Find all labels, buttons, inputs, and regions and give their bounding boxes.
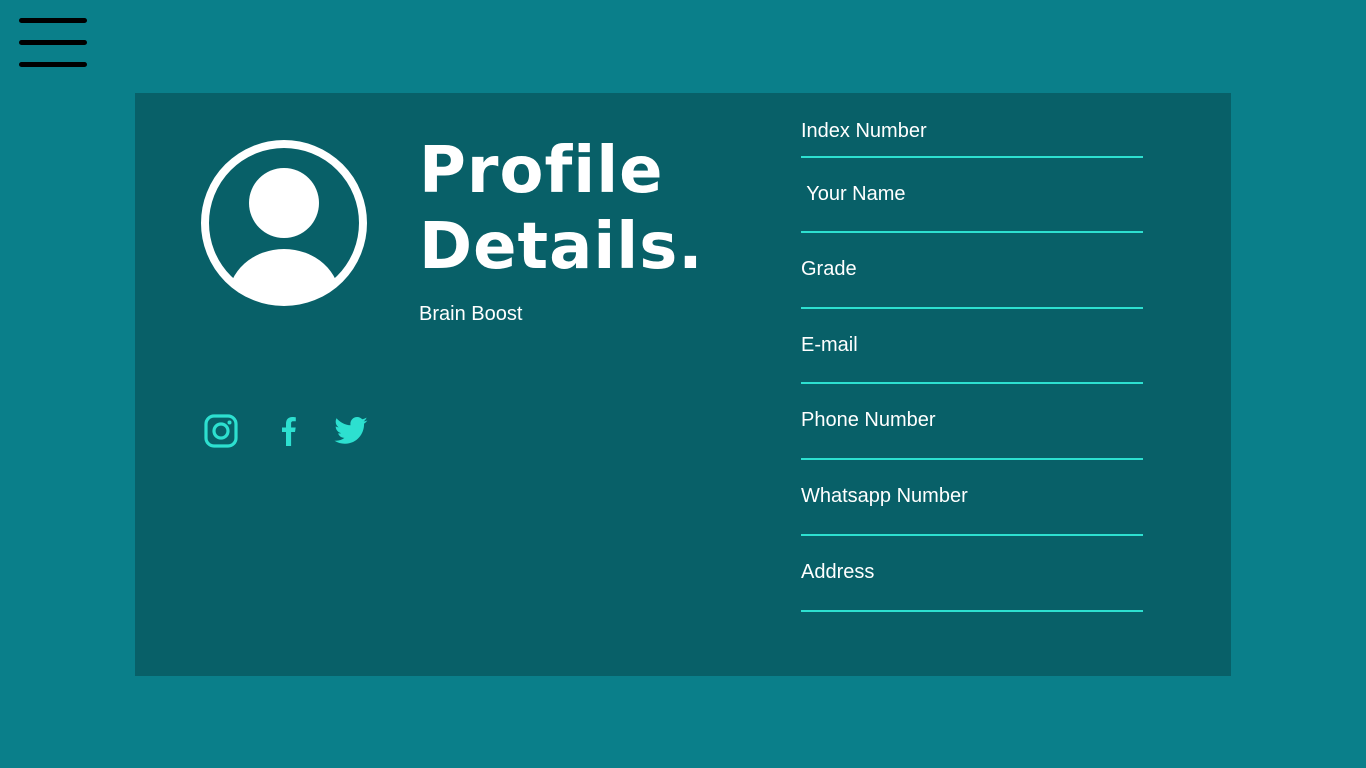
instagram-icon[interactable]	[203, 413, 239, 449]
whatsapp-number-field[interactable]: Whatsapp Number	[801, 460, 1143, 536]
index-number-label: Index Number	[801, 120, 927, 142]
email-label: E-mail	[801, 334, 858, 356]
profile-card: Profile Details. Brain Boost Index Numbe…	[135, 93, 1231, 676]
index-number-field[interactable]: Index Number	[801, 93, 1143, 158]
page-title-line-1: Profile	[419, 134, 664, 208]
email-field[interactable]: E-mail	[801, 309, 1143, 384]
name-label: Your Name	[801, 183, 906, 205]
grade-field[interactable]: Grade	[801, 233, 1143, 309]
profile-page: Profile Details. Brain Boost Index Numbe…	[0, 0, 1366, 768]
menu-bar-top	[19, 18, 87, 23]
phone-number-label: Phone Number	[801, 409, 936, 431]
app-name: Brain Boost	[419, 303, 523, 325]
facebook-icon[interactable]	[271, 413, 307, 449]
grade-label: Grade	[801, 258, 857, 280]
page-title-line-2: Details.	[419, 210, 704, 284]
menu-bar-middle	[19, 40, 87, 45]
whatsapp-number-label: Whatsapp Number	[801, 485, 968, 507]
name-field[interactable]: Your Name	[801, 158, 1143, 233]
address-field[interactable]: Address	[801, 536, 1143, 612]
twitter-icon[interactable]	[333, 413, 369, 449]
user-avatar-icon	[201, 140, 367, 306]
address-label: Address	[801, 561, 875, 583]
phone-number-field[interactable]: Phone Number	[801, 384, 1143, 460]
hamburger-menu-icon[interactable]	[19, 17, 87, 68]
page-title: Profile Details.	[419, 133, 704, 285]
menu-bar-bottom	[19, 62, 87, 67]
